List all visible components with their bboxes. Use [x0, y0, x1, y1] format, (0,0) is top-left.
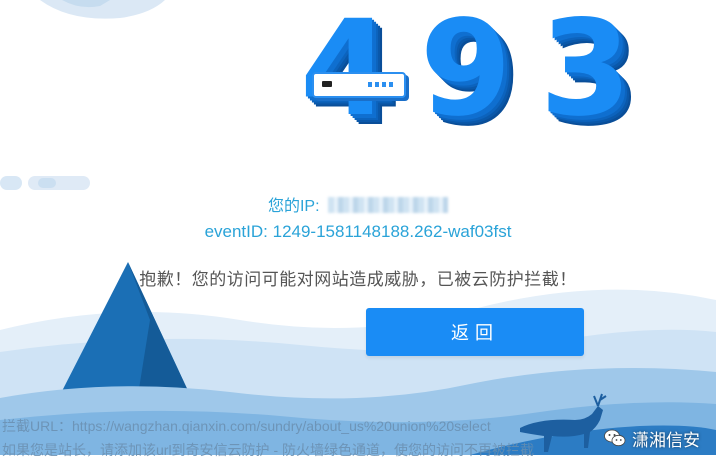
event-id-label: eventID:: [204, 222, 273, 241]
event-id-line: eventID: 1249-1581148188.262-waf03fst: [0, 222, 716, 242]
error-code-graphic: 493: [300, 0, 660, 146]
event-id-value: 1249-1581148188.262-waf03fst: [272, 222, 512, 241]
ip-label: 您的IP:: [267, 198, 320, 215]
wechat-icon: [604, 429, 626, 447]
error-page: 493 您的IP: eventID: 1249-1581148188.262-w…: [0, 0, 716, 458]
watermark-text: 潇湘信安: [632, 430, 700, 450]
ip-line: 您的IP:: [0, 192, 716, 216]
server-icon: [312, 72, 406, 98]
watermark: 潇湘信安: [604, 423, 700, 453]
back-button[interactable]: 返回: [366, 308, 584, 356]
block-warning-message: 抱歉！您的访问可能对网站造成威胁，已被云防护拦截！: [139, 270, 577, 289]
site-owner-tip: 如果您是站长，请添加该url到奇安信云防护 - 防火墙绿色通道，使您的访问不再被…: [2, 442, 534, 458]
ip-value-redacted: [328, 197, 449, 213]
blocked-url-text: 拦截URL：https://wangzhan.qianxin.com/sundr…: [2, 418, 491, 434]
